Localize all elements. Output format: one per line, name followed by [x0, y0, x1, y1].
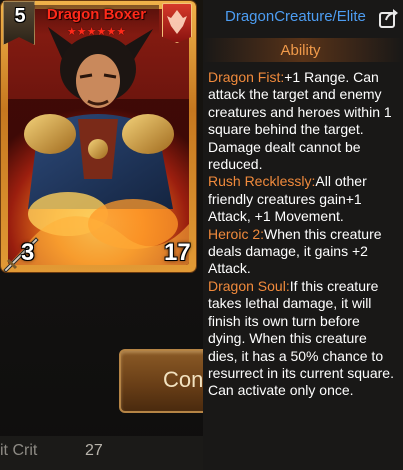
dragon-emblem-icon [162, 3, 192, 43]
stat-value: 27 [85, 442, 103, 459]
confirm-button-label: Con [163, 367, 204, 392]
card-artwork [8, 9, 189, 265]
card-name: Dragon Boxer [46, 6, 147, 23]
star-rating: ★★★★★★ [66, 26, 127, 38]
ability-header-label: Ability [280, 42, 321, 59]
card-cost: 5 [14, 5, 26, 27]
ability-keyword: Rush Recklessly: [208, 173, 316, 190]
ability-description: Dragon Fist:+1 Range. Can attack the tar… [208, 69, 398, 400]
health-value: 17 [164, 239, 191, 266]
share-icon[interactable] [378, 7, 400, 29]
stat-row: it Crit 27 [0, 436, 210, 470]
ability-text: If this creature takes lethal damage, it… [208, 277, 394, 399]
attack-value: 3 [21, 239, 35, 266]
card-info-panel: DragonCreature/Elite Ability Dragon Fist… [203, 0, 403, 470]
stat-label: it Crit [0, 442, 38, 459]
card-type-label: DragonCreature/Elite [225, 8, 366, 25]
ability-header: Ability [203, 38, 403, 62]
creature-card[interactable]: 5 Dragon Boxer ★★★★★★ 3 17 [1, 1, 196, 272]
ability-keyword: Dragon Soul: [208, 277, 290, 294]
ability-keyword: Heroic 2: [208, 225, 265, 242]
ability-keyword: Dragon Fist: [208, 69, 285, 85]
card-art-frame [8, 9, 189, 265]
